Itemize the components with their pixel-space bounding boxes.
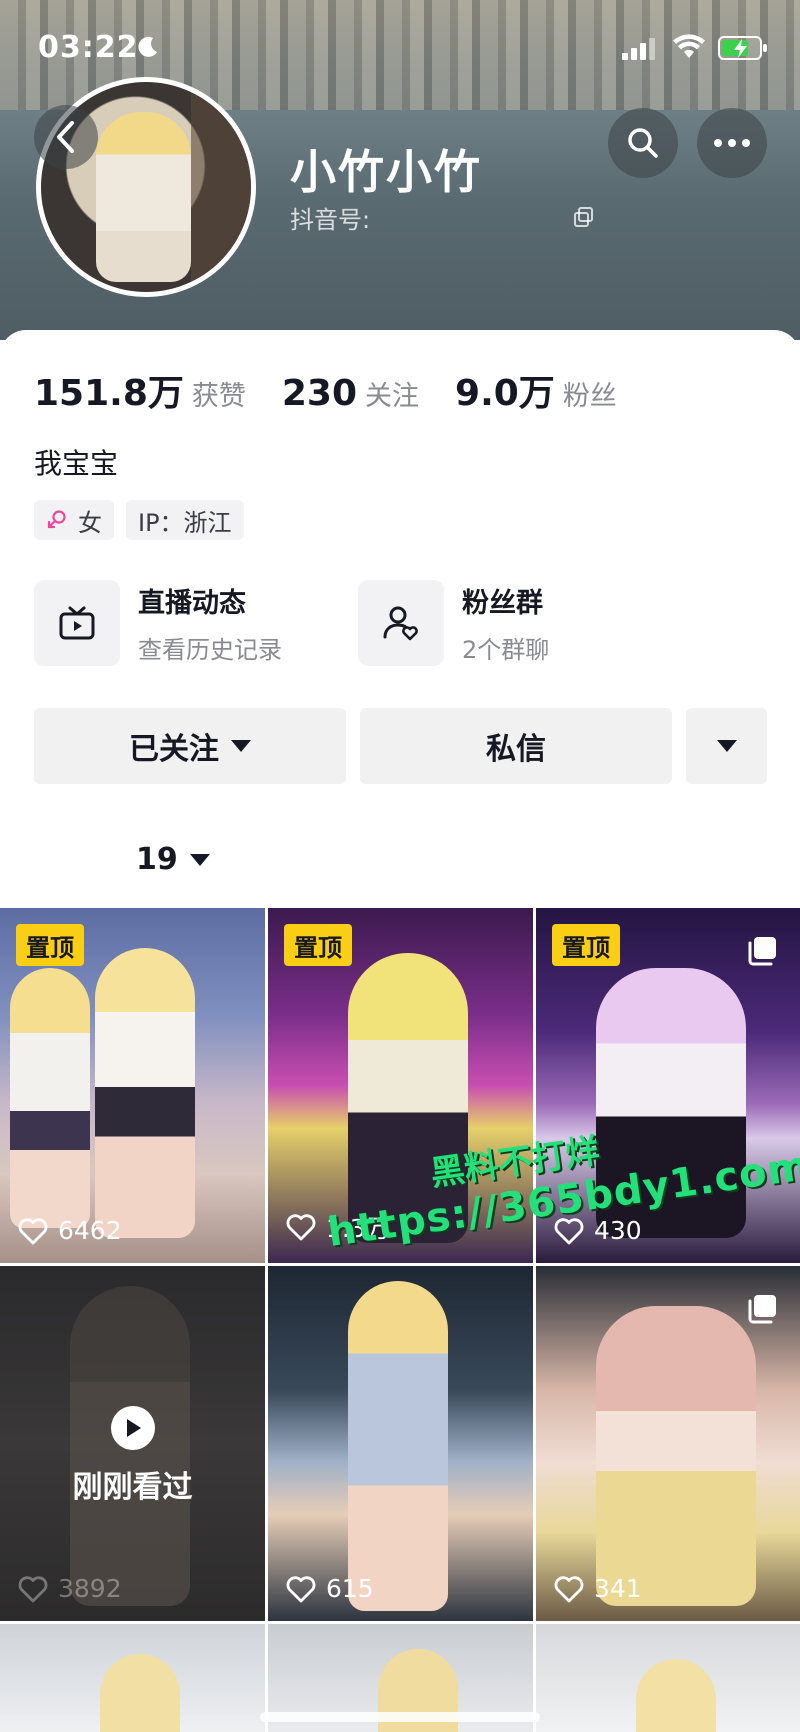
play-icon-circle	[110, 1406, 155, 1450]
thumbnail-figure	[596, 1306, 756, 1606]
heart-icon	[18, 1217, 48, 1244]
video-thumbnail[interactable]: 341	[536, 1266, 800, 1621]
pinned-badge: 置顶	[16, 924, 84, 966]
video-thumbnail[interactable]	[0, 1624, 265, 1732]
thumbnail-figure	[10, 968, 90, 1228]
message-label: 私信	[486, 732, 546, 767]
video-thumbnail[interactable]: 615	[268, 1266, 533, 1621]
video-thumbnail[interactable]	[536, 1624, 800, 1732]
home-indicator[interactable]	[260, 1712, 540, 1722]
stat-label: 粉丝	[562, 381, 617, 412]
works-tab[interactable]: 19	[136, 842, 210, 877]
like-count: 3892	[18, 1574, 122, 1603]
profile-bio: 我宝宝	[34, 447, 119, 480]
stat-label: 获赞	[191, 381, 246, 412]
play-icon	[126, 1419, 141, 1437]
caret-down-icon	[716, 740, 737, 752]
thumbnail-figure	[100, 1654, 180, 1732]
heart-icon	[554, 1575, 584, 1602]
profile-stats: 151.8万 获赞 230 关注 9.0万 粉丝	[34, 364, 653, 416]
profile-nickname: 小竹小竹	[290, 145, 482, 199]
gender-label: 女	[78, 508, 102, 537]
fan-group-subtitle: 2个群聊	[462, 636, 550, 664]
just-watched-label: 刚刚看过	[72, 1470, 193, 1505]
multi-image-icon	[748, 1295, 776, 1324]
chevron-left-icon	[57, 121, 74, 153]
live-title: 直播动态	[138, 588, 246, 619]
live-icon-box	[34, 580, 120, 666]
pinned-badge: 置顶	[284, 924, 352, 966]
video-grid: 置顶 6462 置顶 1.3万 置顶 430 刚刚看过 3892 615 341	[0, 908, 800, 1732]
user-heart-icon	[383, 606, 418, 641]
tv-icon	[59, 606, 95, 640]
gender-tag: 女	[34, 500, 114, 540]
thumbnail-figure	[636, 1659, 716, 1732]
status-time: 03:22	[38, 30, 139, 65]
caret-down-icon	[231, 740, 251, 752]
like-count: 341	[554, 1574, 642, 1603]
fan-group-icon-box	[358, 580, 444, 666]
copy-icon[interactable]	[572, 205, 596, 229]
followed-label: 已关注	[129, 732, 219, 767]
profile-tags: 女 IP：浙江	[34, 500, 256, 540]
profile-features: 直播动态 查看历史记录 粉丝群 2个群聊	[34, 578, 774, 668]
search-button[interactable]	[608, 108, 678, 178]
like-count: 615	[286, 1574, 374, 1603]
stat-following[interactable]: 230 关注	[282, 373, 419, 414]
more-dots-icon	[714, 139, 750, 147]
like-value: 341	[594, 1574, 642, 1603]
expand-recommend-button[interactable]	[686, 708, 767, 784]
fan-group-text: 粉丝群 2个群聊	[462, 581, 549, 665]
search-icon	[628, 128, 658, 158]
wifi-icon	[673, 34, 705, 58]
live-subtitle: 查看历史记录	[138, 636, 282, 664]
video-thumbnail[interactable]: 置顶 6462	[0, 908, 265, 1263]
live-text: 直播动态 查看历史记录	[138, 581, 282, 665]
avatar-door	[191, 82, 251, 292]
back-button[interactable]	[34, 105, 98, 169]
moon-icon	[138, 36, 157, 57]
stat-value: 230	[281, 373, 358, 414]
douyin-id-label: 抖音号:	[290, 206, 371, 234]
like-value: 430	[594, 1216, 642, 1245]
video-thumbnail[interactable]: 刚刚看过 3892	[0, 1266, 265, 1621]
stat-followers[interactable]: 9.0万 粉丝	[455, 364, 617, 416]
more-options-button[interactable]	[697, 108, 767, 178]
like-count: 6462	[18, 1216, 122, 1245]
stat-value: 151.8万	[34, 373, 184, 414]
like-value: 615	[326, 1574, 374, 1603]
stat-likes[interactable]: 151.8万 获赞	[34, 364, 246, 416]
works-count: 19	[136, 842, 178, 877]
thumbnail-figure	[95, 948, 195, 1238]
fan-group-entry[interactable]: 粉丝群 2个群聊	[358, 578, 549, 668]
fan-group-title: 粉丝群	[462, 588, 543, 619]
pinned-badge: 置顶	[552, 924, 620, 966]
like-value: 3892	[58, 1574, 122, 1603]
caret-down-icon	[189, 853, 210, 866]
signal-icon	[622, 38, 655, 60]
heart-icon	[286, 1575, 316, 1602]
ip-label: IP：浙江	[138, 508, 232, 537]
stat-value: 9.0万	[455, 373, 555, 414]
female-icon	[47, 510, 66, 529]
ip-tag: IP：浙江	[126, 500, 244, 540]
battery-charging-icon	[718, 36, 767, 60]
message-button[interactable]: 私信	[360, 708, 672, 784]
heart-icon	[18, 1575, 48, 1602]
just-watched-overlay: 刚刚看过	[0, 1406, 265, 1506]
stat-label: 关注	[365, 381, 420, 412]
like-value: 6462	[58, 1216, 122, 1245]
followed-button[interactable]: 已关注	[34, 708, 346, 784]
profile-actions: 已关注 私信	[34, 708, 767, 784]
multi-image-icon	[748, 937, 776, 966]
heart-icon	[286, 1214, 316, 1241]
thumbnail-figure	[348, 1281, 448, 1611]
avatar-figure	[96, 112, 191, 282]
live-history-entry[interactable]: 直播动态 查看历史记录	[34, 578, 282, 668]
